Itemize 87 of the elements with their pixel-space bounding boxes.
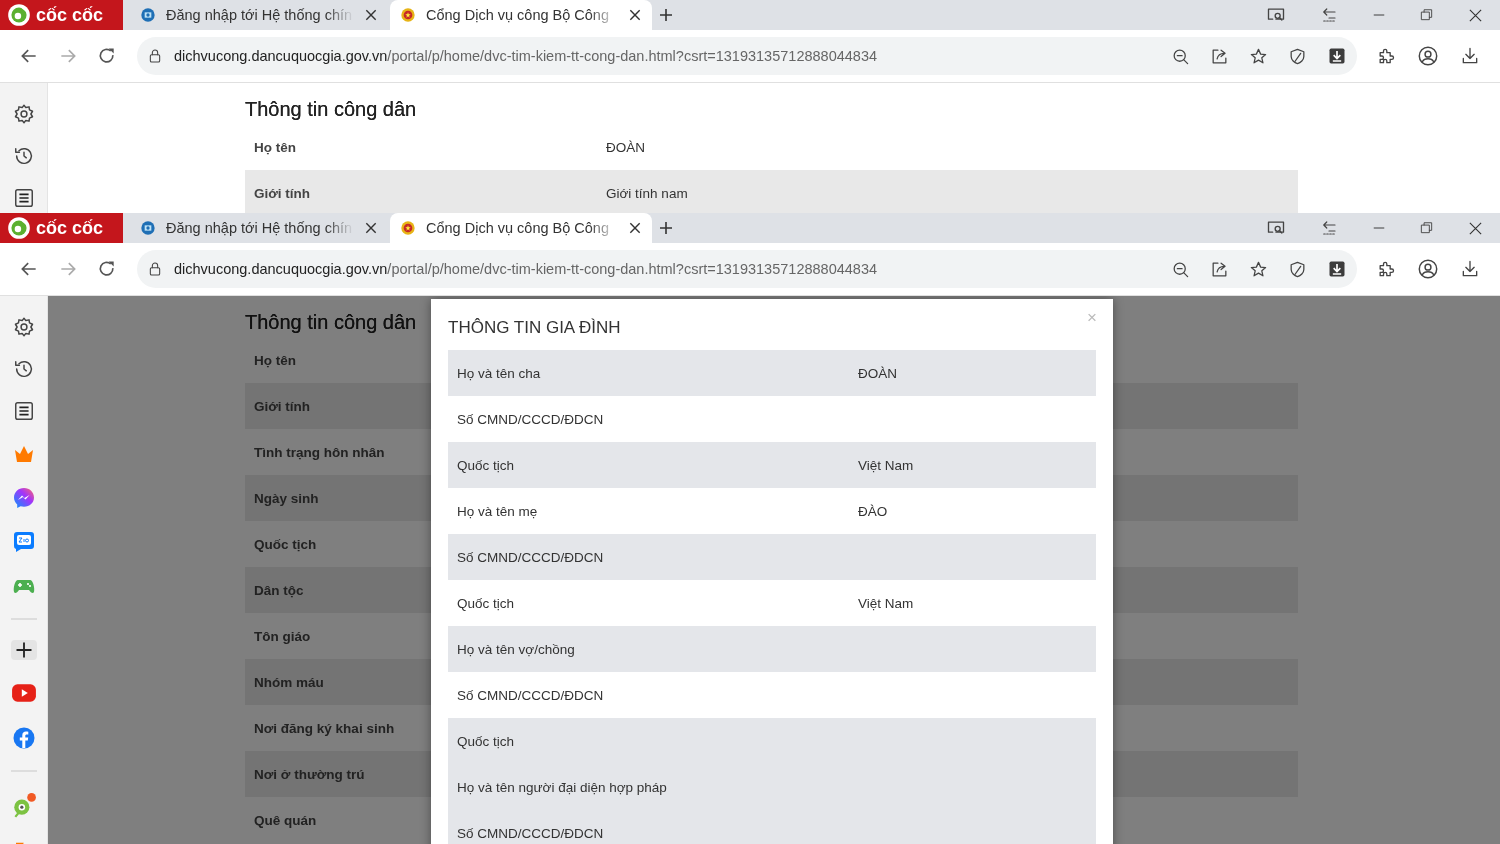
field-label: Nơi đăng ký khai sinh bbox=[253, 720, 396, 736]
field-value: ĐOÀN bbox=[606, 139, 645, 155]
logo-text: cốc cốc bbox=[36, 217, 104, 239]
lock-icon[interactable] bbox=[147, 260, 163, 278]
emblem-icon bbox=[400, 7, 416, 23]
field-label: Nhóm máu bbox=[253, 674, 325, 690]
field-value: Giới tính nam bbox=[606, 185, 688, 201]
field-label: Quốc tịch bbox=[456, 457, 516, 473]
history-icon[interactable] bbox=[12, 145, 35, 167]
star-icon[interactable] bbox=[1249, 259, 1268, 279]
shield-icon[interactable] bbox=[1288, 259, 1307, 279]
download-icon[interactable] bbox=[1460, 46, 1480, 66]
field-label: Số CMND/CCCD/ĐDCN bbox=[456, 549, 605, 565]
browser-tab[interactable]: Cổng Dịch vụ công Bộ Công bbox=[390, 213, 652, 243]
address-bar[interactable]: dichvucong.dancuquocgia.gov.vn/portal/p/home/dvc-tim-kiem-tt-cong-dan.html?csrt=13193135712888044834 bbox=[137, 37, 1357, 75]
profile-icon[interactable] bbox=[1417, 45, 1439, 67]
settings-icon[interactable] bbox=[12, 316, 35, 338]
shield-icon[interactable] bbox=[1288, 46, 1307, 66]
field-label: Quê quán bbox=[253, 812, 318, 828]
close-icon[interactable] bbox=[628, 221, 642, 235]
list-icon[interactable] bbox=[12, 187, 35, 209]
download-icon[interactable] bbox=[1460, 259, 1480, 279]
history-icon[interactable] bbox=[12, 358, 35, 380]
new-tab-icon[interactable] bbox=[658, 220, 674, 236]
close-icon[interactable] bbox=[1468, 220, 1483, 236]
field-label: Họ tên bbox=[253, 352, 297, 368]
field-label: Họ tên bbox=[253, 139, 297, 155]
browser-tab[interactable]: Đăng nhập tới Hệ thống chín bbox=[130, 0, 388, 30]
browser-logo[interactable]: cốc cốc bbox=[0, 0, 123, 30]
logo-icon bbox=[6, 2, 32, 28]
star-icon[interactable] bbox=[1249, 46, 1268, 66]
logo-icon bbox=[6, 215, 32, 241]
field-value: Việt Nam bbox=[858, 595, 914, 611]
back-arrows-icon[interactable] bbox=[1320, 6, 1338, 24]
field-label: Tôn giáo bbox=[253, 628, 312, 644]
site-icon bbox=[140, 220, 156, 236]
address-bar[interactable]: dichvucong.dancuquocgia.gov.vn/portal/p/home/dvc-tim-kiem-tt-cong-dan.html?csrt=13193135712888044834 bbox=[137, 250, 1357, 288]
close-icon[interactable] bbox=[364, 221, 378, 235]
browser-logo[interactable]: cốc cốc bbox=[0, 213, 123, 243]
field-label: Họ và tên cha bbox=[456, 365, 542, 381]
download-icon[interactable] bbox=[1327, 259, 1347, 279]
field-label: Tình trạng hôn nhân bbox=[253, 444, 386, 460]
site-icon bbox=[140, 7, 156, 23]
url-text: dichvucong.dancuquocgia.gov.vn/portal/p/home/dvc-tim-kiem-tt-cong-dan.html?csrt=13193135712888044834 bbox=[174, 48, 879, 64]
page-heading: Thông tin công dân bbox=[245, 310, 417, 335]
modal-title: THÔNG TIN GIA ĐÌNH bbox=[448, 318, 622, 339]
field-label: Số CMND/CCCD/ĐDCN bbox=[456, 687, 605, 703]
field-label: Số CMND/CCCD/ĐDCN bbox=[456, 825, 605, 841]
list-icon[interactable] bbox=[12, 400, 35, 422]
download-icon[interactable] bbox=[1327, 46, 1347, 66]
emblem-icon bbox=[400, 220, 416, 236]
field-label: Số CMND/CCCD/ĐDCN bbox=[456, 411, 605, 427]
field-label: Dân tộc bbox=[253, 582, 305, 598]
reload-icon[interactable] bbox=[97, 46, 117, 66]
field-label: Quốc tịch bbox=[456, 733, 516, 749]
close-icon[interactable] bbox=[628, 8, 642, 22]
reload-icon[interactable] bbox=[97, 259, 117, 279]
lock-icon[interactable] bbox=[147, 47, 163, 65]
restore-icon[interactable] bbox=[1420, 221, 1434, 235]
chat-app-icon[interactable] bbox=[11, 530, 36, 554]
field-label: Giới tính bbox=[253, 185, 312, 201]
field-label: Họ và tên người đại diện hợp pháp bbox=[456, 779, 668, 795]
field-label: Quốc tịch bbox=[253, 536, 318, 552]
back-arrows-icon[interactable] bbox=[1320, 219, 1338, 237]
field-value: ĐOÀN bbox=[858, 365, 897, 381]
new-tab-icon[interactable] bbox=[658, 7, 674, 23]
field-label: Ngày sinh bbox=[253, 490, 320, 506]
messenger-icon[interactable] bbox=[11, 486, 36, 510]
page-heading: Thông tin công dân bbox=[245, 97, 417, 122]
profile-icon[interactable] bbox=[1417, 258, 1439, 280]
close-icon[interactable] bbox=[1468, 7, 1483, 23]
field-label: Họ và tên vợ/chồng bbox=[456, 641, 576, 657]
facebook-icon[interactable] bbox=[11, 726, 36, 750]
add-button[interactable] bbox=[10, 640, 37, 660]
field-label: Giới tính bbox=[253, 398, 312, 414]
settings-icon[interactable] bbox=[12, 103, 35, 125]
close-icon[interactable] bbox=[364, 8, 378, 22]
restore-icon[interactable] bbox=[1420, 8, 1434, 22]
field-label: Nơi ở thường trú bbox=[253, 766, 366, 782]
logo-text: cốc cốc bbox=[36, 4, 104, 26]
field-label: Quốc tịch bbox=[456, 595, 516, 611]
field-label: Họ và tên mẹ bbox=[456, 503, 539, 519]
browser-tab[interactable]: Cổng Dịch vụ công Bộ Công bbox=[390, 0, 652, 30]
url-text: dichvucong.dancuquocgia.gov.vn/portal/p/home/dvc-tim-kiem-tt-cong-dan.html?csrt=13193135712888044834 bbox=[174, 261, 879, 277]
field-value: ĐÀO bbox=[858, 503, 888, 519]
field-value: Việt Nam bbox=[858, 457, 914, 473]
browser-tab[interactable]: Đăng nhập tới Hệ thống chín bbox=[130, 213, 388, 243]
